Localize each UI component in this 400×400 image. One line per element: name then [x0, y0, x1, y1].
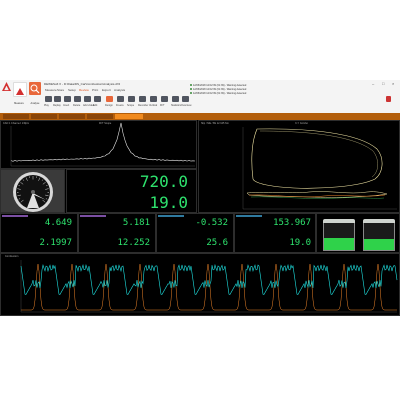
tab-review[interactable]: Review	[79, 88, 89, 92]
digital-label-bar	[80, 215, 106, 217]
ribbon-button-label: Overview	[181, 104, 192, 107]
search-icon	[30, 84, 40, 94]
ribbon-button-fft[interactable]	[161, 96, 168, 102]
event-list[interactable]: 12/06/2018 12:02:39 (01:39) - Warning de…	[190, 84, 246, 96]
window-title: DEWESoft X - D:\Data\DS_Car\Combustion\A…	[44, 82, 121, 86]
display-tab-active[interactable]	[115, 114, 143, 119]
close-icon[interactable]: ×	[392, 81, 394, 86]
ribbon-button-scope[interactable]	[128, 96, 135, 102]
display-tab[interactable]	[59, 114, 85, 119]
ribbon-button-label: Freeze	[116, 104, 124, 107]
ribbon-button-label: Replay	[53, 104, 61, 107]
digital-label-bar	[158, 215, 184, 217]
digital-meter-4[interactable]: 153.967 19.0	[234, 213, 316, 253]
tab-setup[interactable]: Setup	[68, 88, 76, 92]
xy-trace-loop	[251, 128, 383, 189]
ribbon-button-add-video[interactable]	[84, 96, 91, 102]
ribbon-button-design[interactable]	[106, 96, 113, 102]
ribbon-button-vertical[interactable]	[150, 96, 157, 102]
digital-value: 5.181	[122, 218, 150, 228]
ribbon-button-label: Design	[105, 104, 113, 107]
ribbon-button-insert[interactable]	[64, 96, 71, 102]
xy-trace-loop-inner	[259, 130, 378, 178]
big-digital-value-1: 720.0	[139, 172, 188, 191]
big-digital-panel[interactable]: 720.0 19.0	[66, 169, 197, 213]
display-tab[interactable]	[31, 114, 57, 119]
recorder-panel[interactable]: Combustion	[0, 253, 400, 316]
digital-meter-3[interactable]: -0.532 25.6	[156, 213, 234, 253]
tab-export[interactable]: Export	[102, 88, 111, 92]
maximize-icon[interactable]: □	[382, 81, 384, 86]
fft-plot	[10, 122, 196, 167]
ribbon-button-label: Play	[44, 104, 49, 107]
ribbon-button-freeze[interactable]	[117, 96, 124, 102]
analyse-mode-button[interactable]	[29, 82, 41, 95]
tank-panel[interactable]	[316, 213, 400, 253]
fft-scope-panel[interactable]: CAN 1 Channel: 1/Rpm FFT Scope	[0, 120, 197, 169]
fft-trace	[10, 122, 196, 162]
digital-meter-2[interactable]: 5.181 12.252	[78, 213, 156, 253]
digital-value: 12.252	[117, 238, 150, 248]
tab-store[interactable]: Store	[57, 88, 64, 92]
display-tabs-bar	[0, 113, 400, 120]
rpm-gauge-panel[interactable]	[0, 169, 65, 213]
ribbon-button-label: Edit	[93, 104, 98, 107]
tab-measure[interactable]: Measure	[45, 88, 57, 92]
event-item[interactable]: 12/06/2018 12:02:39 (01:39) - Warning de…	[190, 92, 246, 96]
ribbon-button-label: Scope	[127, 104, 135, 107]
analyse-mode-label: Analyse	[30, 102, 40, 105]
app-logo-icon	[2, 82, 11, 91]
big-digital-value-2: 19.0	[149, 193, 188, 212]
xy-plot	[242, 127, 397, 210]
ribbon-button-recorder[interactable]	[139, 96, 146, 102]
ribbon-button-label: Statistics	[171, 104, 182, 107]
measure-mode-label: Measure	[14, 102, 24, 105]
digital-value: 2.1997	[39, 238, 72, 248]
ribbon-button-label: Vertical	[149, 104, 158, 107]
tank-gauge-1	[323, 219, 355, 251]
dewesoft-logo-icon	[16, 88, 24, 95]
digital-value: -0.532	[195, 218, 228, 228]
tab-analysis[interactable]: Analysis	[114, 88, 125, 92]
rpm-gauge	[13, 172, 53, 212]
digital-value: 25.6	[206, 238, 228, 248]
ribbon-button-delete[interactable]	[74, 96, 81, 102]
display-tab[interactable]	[3, 114, 29, 119]
tab-print[interactable]: Print	[92, 88, 98, 92]
ribbon: DEWESoft X - D:\Data\DS_Car\Combustion\A…	[0, 80, 400, 113]
ribbon-button-label: Recorder	[138, 104, 149, 107]
ribbon-button-label: Insert	[63, 104, 70, 107]
ribbon-button-play[interactable]	[45, 96, 52, 102]
ribbon-button-statistics[interactable]	[172, 96, 179, 102]
dewesoft-window: DEWESoft X - D:\Data\DS_Car\Combustion\A…	[0, 80, 400, 316]
xy-plot-panel[interactable]: Slip / ME / Bk 12.345 Nm X-Y Combo	[198, 120, 400, 213]
ribbon-button-overview[interactable]	[182, 96, 189, 102]
display-tab[interactable]	[87, 114, 113, 119]
minimize-icon[interactable]: –	[372, 81, 374, 86]
digital-value: 153.967	[273, 218, 311, 228]
digital-value: 4.649	[44, 218, 72, 228]
record-button[interactable]	[386, 96, 391, 102]
digital-label-bar	[2, 215, 28, 217]
ribbon-button-edit[interactable]	[94, 96, 101, 102]
measure-mode-button[interactable]	[13, 82, 27, 97]
ribbon-button-replay[interactable]	[54, 96, 61, 102]
ribbon-button-label: Delete	[73, 104, 81, 107]
recorder-plot	[20, 260, 398, 313]
digital-label-bar	[236, 215, 262, 217]
digital-meter-1[interactable]: 4.649 2.1997	[0, 213, 78, 253]
ribbon-button-label: FFT	[160, 104, 165, 107]
digital-value: 19.0	[289, 238, 311, 248]
tank-gauge-2	[363, 219, 395, 251]
